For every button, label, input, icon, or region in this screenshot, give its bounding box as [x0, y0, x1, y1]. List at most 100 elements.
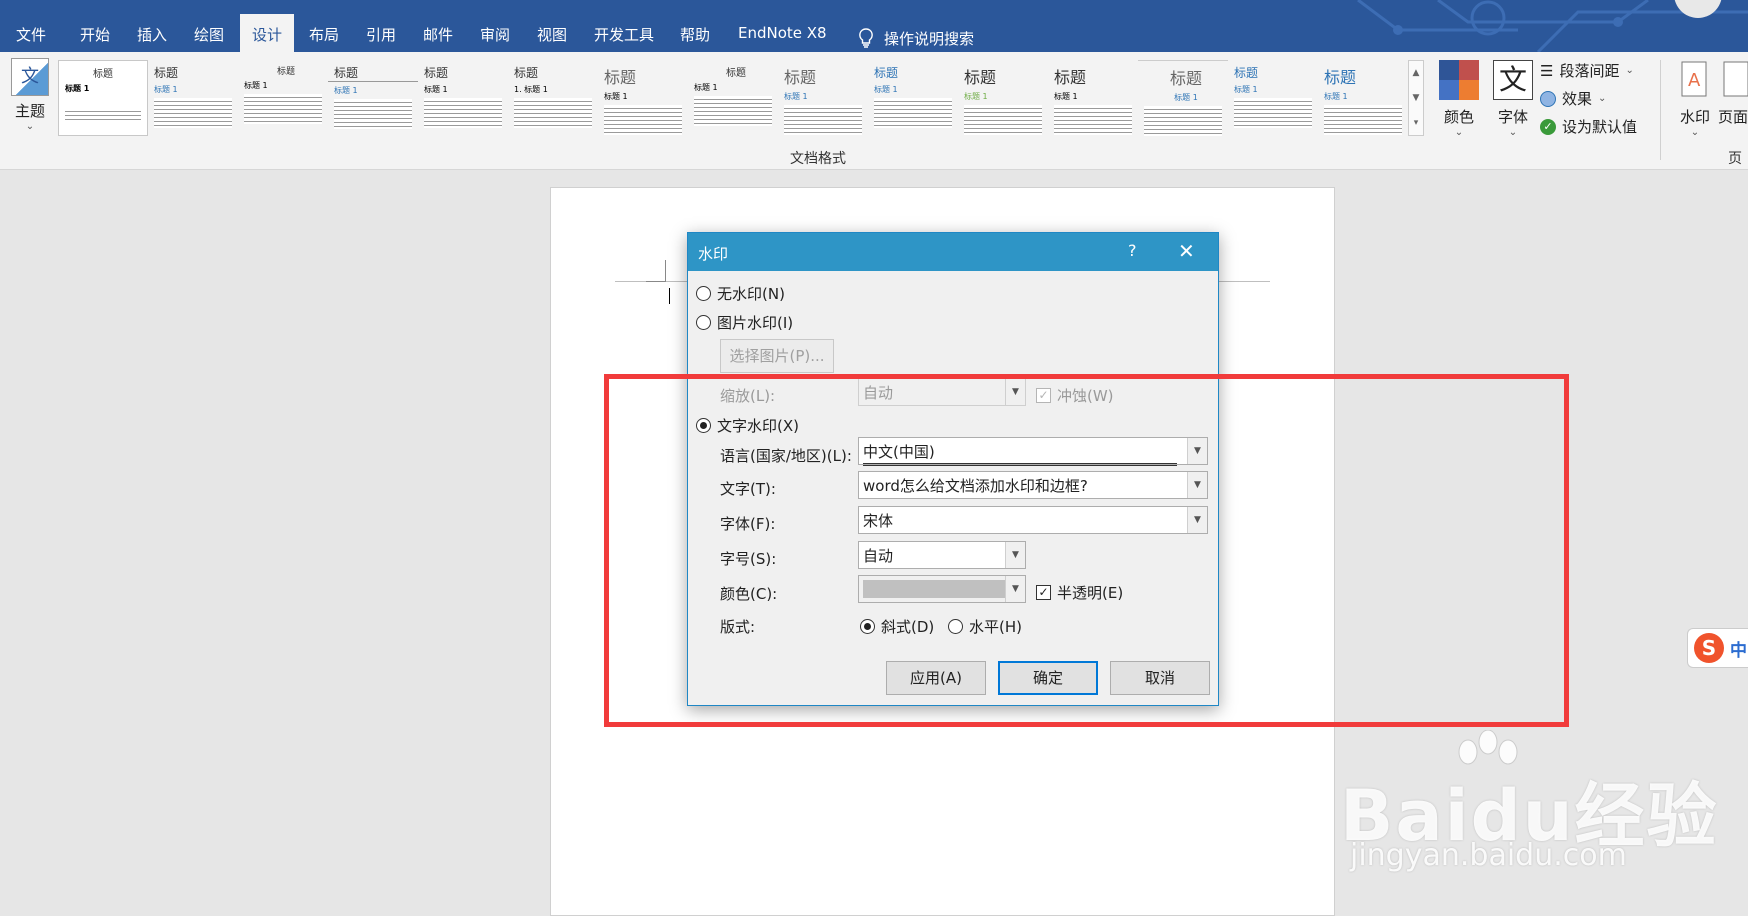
page-color-icon: [1723, 61, 1748, 97]
style-set-preview-lines: [784, 105, 862, 135]
style-set-preview-lines: [424, 98, 502, 128]
ribbon-tab-bar: 文件 开始 插入 绘图 设计 布局 引用 邮件 审阅 视图 开发工具 帮助 En…: [0, 0, 1748, 52]
colors-label: 颜色: [1443, 108, 1474, 126]
style-set-heading: 标题 1: [334, 86, 358, 95]
style-set-item[interactable]: 标题 标题 1: [1318, 60, 1408, 136]
style-set-item[interactable]: 标题 标题 1: [1048, 60, 1138, 136]
style-set-heading: 标题 1: [964, 92, 988, 101]
chevron-down-icon: ⌄: [1690, 127, 1700, 138]
tab-references[interactable]: 引用: [354, 14, 408, 52]
chevron-down-icon: ⌄: [1454, 127, 1464, 138]
style-set-preview-lines: [1144, 106, 1222, 136]
picture-watermark-option[interactable]: 图片水印(I): [696, 312, 793, 333]
tab-draw[interactable]: 绘图: [182, 14, 236, 52]
fonts-label: 字体: [1497, 108, 1528, 126]
style-set-preview-lines: [244, 94, 322, 124]
tab-review[interactable]: 审阅: [468, 14, 522, 52]
checkmark-icon: ✓: [1540, 118, 1556, 135]
style-set-item[interactable]: 标题标题 1: [148, 60, 238, 136]
tab-file[interactable]: 文件: [4, 14, 58, 52]
set-as-default-button[interactable]: ✓ 设为默认值: [1540, 116, 1637, 137]
paragraph-spacing-icon: ☰: [1540, 61, 1554, 80]
effects-icon: [1540, 90, 1556, 107]
themes-label: 主题: [14, 102, 45, 120]
style-set-heading: 标题 1: [1324, 92, 1348, 101]
paragraph-spacing-label: 段落间距: [1559, 62, 1620, 80]
ribbon-separator: [1660, 60, 1661, 160]
style-set-title: 标题: [1054, 68, 1087, 87]
ribbon-design: 文 主题 ⌄ 标题 标题 1 标题 标题 1 标题 标题 1 标题 标题 1 标题 标题…: [0, 52, 1748, 170]
style-set-title: 标题: [328, 60, 418, 82]
tab-view[interactable]: 视图: [525, 14, 579, 52]
fonts-button[interactable]: 文 字体 ⌄: [1486, 60, 1540, 138]
tab-developer[interactable]: 开发工具: [582, 14, 666, 52]
radio-icon[interactable]: [696, 286, 711, 301]
style-set-item[interactable]: 标题标题 1: [1138, 60, 1228, 136]
style-set-item[interactable]: 标题 标题 1: [58, 60, 148, 136]
style-set-item[interactable]: 标题 标题 1: [238, 60, 328, 136]
style-set-item[interactable]: 标题 1. 标题 1: [508, 60, 598, 136]
tell-me-search[interactable]: 操作说明搜索: [846, 14, 986, 52]
watermark-icon: A: [1681, 61, 1707, 97]
tab-help[interactable]: 帮助: [668, 14, 722, 52]
close-button[interactable]: ✕: [1178, 239, 1195, 263]
style-set-item[interactable]: 标题 标题 1: [868, 60, 958, 136]
chevron-up-icon[interactable]: ▲: [1409, 61, 1423, 86]
style-set-heading: 标题 1: [154, 85, 178, 94]
colors-button[interactable]: 颜色 ⌄: [1432, 60, 1486, 138]
dialog-title: 水印: [698, 245, 729, 263]
page-color-button[interactable]: 页面: [1718, 60, 1748, 127]
style-set-heading: 标题 1: [604, 92, 628, 101]
style-set-item[interactable]: 标题 标题 1: [958, 60, 1048, 136]
style-set-heading: 标题 1: [784, 92, 808, 101]
style-set-title: 标题: [1138, 60, 1228, 89]
gallery-scroll[interactable]: ▲ ▼ ▾: [1408, 60, 1424, 136]
picture-watermark-label: 图片水印(I): [717, 314, 794, 332]
set-as-default-label: 设为默认值: [1562, 118, 1638, 136]
style-set-preview-lines: [1234, 98, 1312, 128]
style-set-item[interactable]: 标题 标题 1: [1228, 60, 1318, 136]
no-watermark-label: 无水印(N): [717, 285, 785, 303]
paragraph-spacing-button[interactable]: ☰ 段落间距 ⌄: [1540, 60, 1634, 81]
no-watermark-option[interactable]: 无水印(N): [696, 283, 785, 304]
help-button[interactable]: ?: [1128, 241, 1137, 260]
ime-mode: 中: [1730, 640, 1747, 661]
tab-layout[interactable]: 布局: [297, 14, 351, 52]
tab-insert[interactable]: 插入: [125, 14, 179, 52]
style-set-item[interactable]: 标题 标题 1: [778, 60, 868, 136]
themes-button[interactable]: 文 主题 ⌄: [8, 58, 52, 132]
ime-status-badge[interactable]: S 中: [1687, 628, 1748, 668]
style-set-item[interactable]: 标题 标题 1: [418, 60, 508, 136]
tab-endnote[interactable]: EndNote X8: [726, 14, 839, 52]
style-set-title: 标题: [154, 66, 179, 80]
style-set-heading: 标题 1: [1174, 93, 1198, 102]
style-set-item[interactable]: 标题 标题 1: [688, 60, 778, 136]
style-set-preview-lines: [154, 98, 232, 128]
tab-home[interactable]: 开始: [68, 14, 122, 52]
select-picture-button[interactable]: 选择图片(P)...: [720, 339, 834, 373]
style-set-preview-lines: [65, 108, 141, 122]
watermark-button[interactable]: A 水印 ⌄: [1668, 60, 1722, 138]
gallery-expand-icon[interactable]: ▾: [1409, 111, 1423, 136]
watermark-url: jingyan.baidu.com: [1350, 838, 1627, 873]
sogou-logo-icon: S: [1694, 633, 1724, 663]
fonts-icon: 文: [1493, 60, 1533, 100]
effects-button[interactable]: 效果 ⌄: [1540, 88, 1606, 109]
dialog-title-bar: 水印 ? ✕: [688, 233, 1218, 271]
effects-label: 效果: [1562, 90, 1593, 108]
svg-text:A: A: [1688, 70, 1701, 91]
tab-design[interactable]: 设计: [240, 14, 295, 52]
chevron-down-icon: ⌄: [1598, 93, 1607, 104]
themes-icon: 文: [11, 58, 49, 96]
radio-icon[interactable]: [696, 315, 711, 330]
style-set-title: 标题: [604, 68, 637, 87]
tab-mailings[interactable]: 邮件: [411, 14, 465, 52]
style-set-heading: 标题 1: [244, 81, 268, 90]
style-set-heading: 标题 1: [65, 84, 90, 93]
style-set-item[interactable]: 标题标题 1: [328, 60, 418, 136]
style-set-heading: 标题 1: [1234, 85, 1258, 94]
document-formatting-group-label: 文档格式: [790, 151, 846, 167]
style-set-preview-lines: [334, 99, 412, 129]
style-set-item[interactable]: 标题标题 1: [598, 60, 688, 136]
chevron-down-icon[interactable]: ▼: [1409, 86, 1423, 111]
